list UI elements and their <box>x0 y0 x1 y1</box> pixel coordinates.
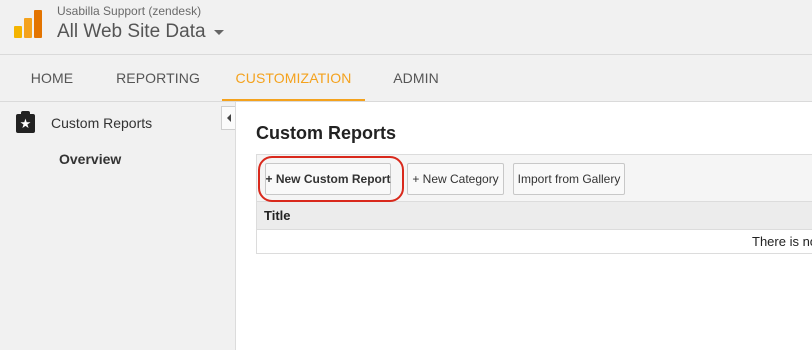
import-from-gallery-button[interactable]: Import from Gallery <box>513 163 625 195</box>
sidebar-item-label: Custom Reports <box>51 115 153 131</box>
tab-admin[interactable]: ADMIN <box>382 55 450 101</box>
table-header: Title <box>256 202 812 230</box>
tab-home[interactable]: HOME <box>18 55 86 101</box>
collapse-left-icon[interactable] <box>226 114 231 122</box>
property-name[interactable]: All Web Site Data <box>57 21 206 43</box>
empty-table-message: There is no <box>752 234 812 249</box>
sidebar-item-overview[interactable]: Overview <box>59 151 121 167</box>
table-row: There is no <box>256 230 812 254</box>
sidebar-item-custom-reports[interactable]: ★ Custom Reports <box>0 110 220 134</box>
page-title: Custom Reports <box>256 123 397 143</box>
star-icon: ★ <box>16 110 35 133</box>
new-category-button[interactable]: + New Category <box>407 163 504 195</box>
chevron-down-icon[interactable] <box>213 29 224 35</box>
reports-toolbar: + New Custom Report + New Category Impor… <box>256 154 812 202</box>
collapse-sidebar-button[interactable] <box>221 106 235 130</box>
column-header-title[interactable]: Title <box>264 208 291 223</box>
main-nav: HOME REPORTING CUSTOMIZATION ADMIN <box>0 55 812 102</box>
property-selector[interactable]: All Web Site Data <box>57 19 224 45</box>
tab-reporting[interactable]: REPORTING <box>110 55 206 101</box>
top-header: Usabilla Support (zendesk) All Web Site … <box>0 0 812 55</box>
analytics-logo-icon[interactable] <box>14 10 42 38</box>
sidebar <box>0 102 236 350</box>
tab-customization[interactable]: CUSTOMIZATION <box>222 55 365 101</box>
account-name: Usabilla Support (zendesk) <box>57 4 202 18</box>
new-custom-report-button[interactable]: + New Custom Report <box>265 163 391 195</box>
